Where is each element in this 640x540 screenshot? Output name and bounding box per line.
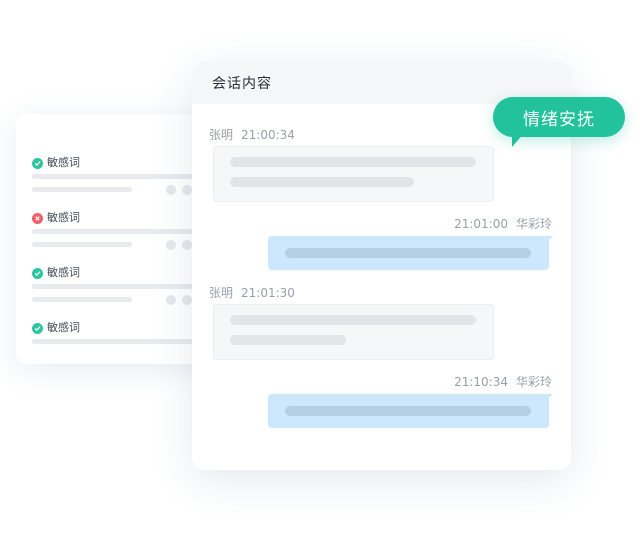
message-meta: 21:01:00 华彩玲 xyxy=(454,215,552,232)
sensitive-word-item: 敏感词 xyxy=(32,155,216,195)
text-placeholder-line xyxy=(230,335,346,345)
sensitive-word-label: 敏感词 xyxy=(47,211,80,224)
message-meta: 张明 21:00:34 xyxy=(209,126,295,143)
message-meta: 21:10:34 华彩玲 xyxy=(454,373,552,390)
check-circle-icon xyxy=(32,157,43,169)
emotion-soothing-badge[interactable]: 情绪安抚 xyxy=(493,97,625,137)
x-circle-icon xyxy=(32,212,43,224)
text-placeholder-line xyxy=(230,315,476,325)
message-time: 21:10:34 xyxy=(454,375,508,389)
content-placeholder-bar xyxy=(32,297,132,302)
sender-name: 张明 xyxy=(209,128,234,142)
text-placeholder-line xyxy=(230,177,414,187)
action-dot xyxy=(182,240,192,250)
sensitive-word-item: 敏感词 xyxy=(32,210,216,250)
action-dot xyxy=(182,295,192,305)
sensitive-word-label: 敏感词 xyxy=(47,156,80,169)
action-dot xyxy=(182,185,192,195)
action-dot xyxy=(166,185,176,195)
incoming-message-bubble[interactable] xyxy=(213,304,494,360)
check-circle-icon xyxy=(32,322,43,334)
check-circle-icon xyxy=(32,267,43,279)
sensitive-word-panel: 敏感词 敏感词 敏感词 敏感词 xyxy=(16,114,216,364)
text-placeholder-line xyxy=(230,157,476,167)
sensitive-word-label: 敏感词 xyxy=(47,321,80,334)
text-placeholder-line xyxy=(285,248,531,258)
content-placeholder-bar xyxy=(32,174,216,179)
sensitive-word-item: 敏感词 xyxy=(32,265,216,305)
sender-name: 张明 xyxy=(209,286,234,300)
sender-name: 华彩玲 xyxy=(515,217,552,231)
action-dot xyxy=(166,295,176,305)
message-time: 21:01:30 xyxy=(241,286,295,300)
content-placeholder-bar xyxy=(32,229,216,234)
conversation-title: 会话内容 xyxy=(212,76,272,92)
incoming-message-bubble[interactable] xyxy=(213,146,494,202)
illustration-stage: 敏感词 敏感词 敏感词 敏感词 会话内容 张明 21:00:34 21:01:0… xyxy=(0,0,640,540)
sender-name: 华彩玲 xyxy=(515,375,552,389)
message-meta: 张明 21:01:30 xyxy=(209,284,295,301)
message-time: 21:01:00 xyxy=(454,217,508,231)
outgoing-message-bubble[interactable] xyxy=(268,394,553,428)
outgoing-message-bubble[interactable] xyxy=(268,236,553,270)
content-placeholder-bar xyxy=(32,339,216,344)
sensitive-word-label: 敏感词 xyxy=(47,266,80,279)
text-placeholder-line xyxy=(285,406,531,416)
message-time: 21:00:34 xyxy=(241,128,295,142)
content-placeholder-bar xyxy=(32,284,216,289)
content-placeholder-bar xyxy=(32,187,132,192)
content-placeholder-bar xyxy=(32,242,132,247)
sensitive-word-item: 敏感词 xyxy=(32,320,216,344)
action-dot xyxy=(166,240,176,250)
